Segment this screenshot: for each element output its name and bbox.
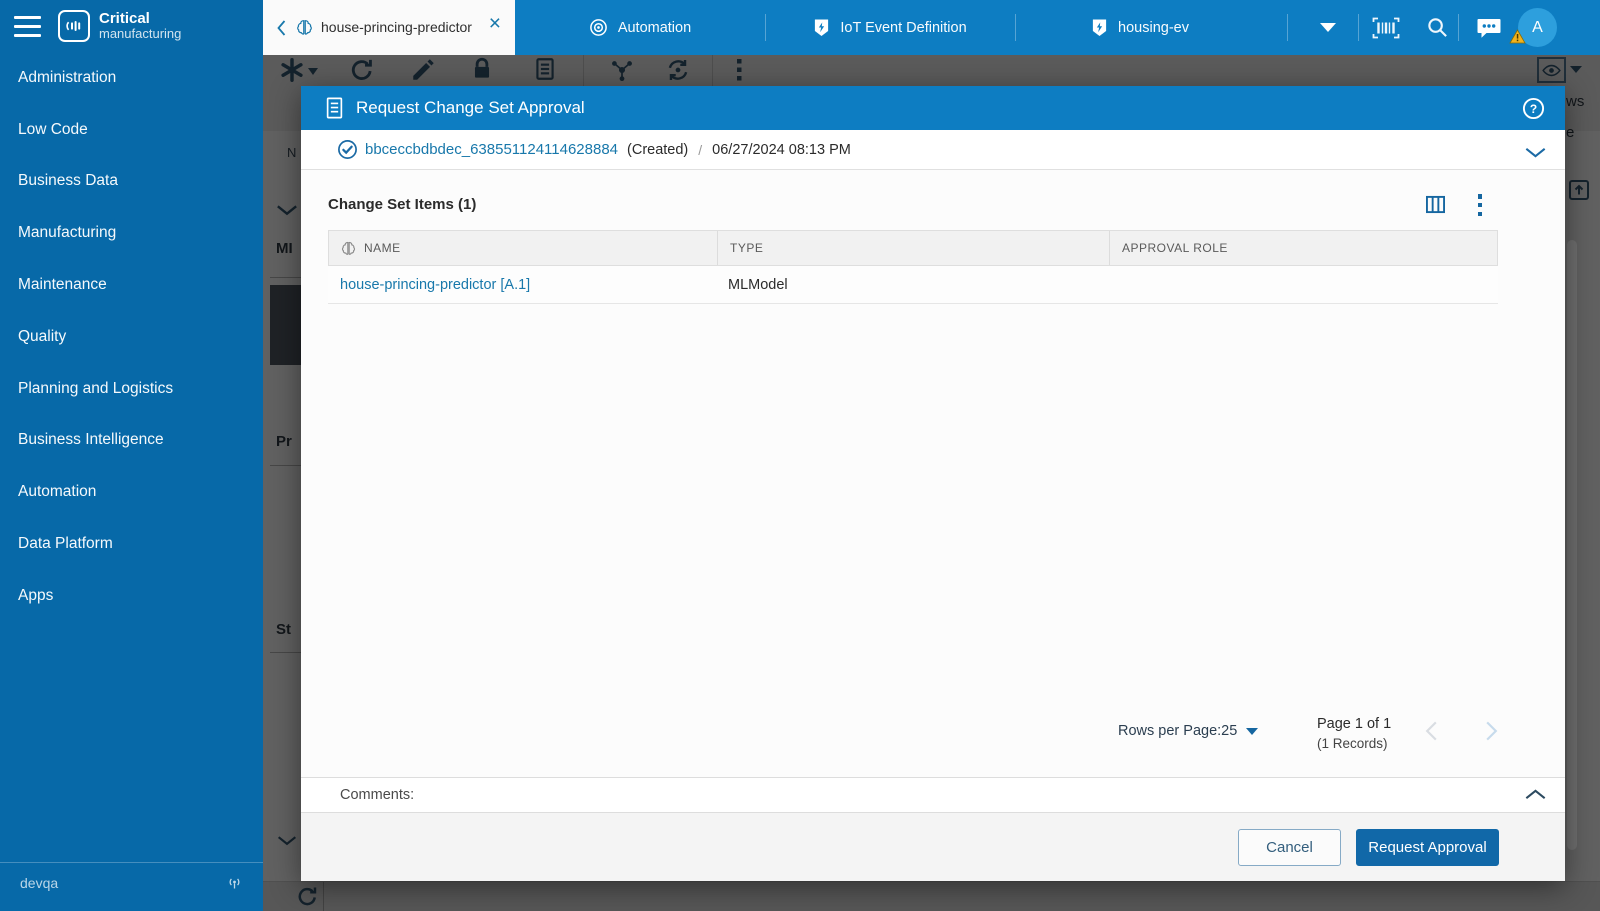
iot-bolt-pin-icon [1091, 18, 1108, 38]
change-set-timestamp: 06/27/2024 08:13 PM [712, 141, 851, 158]
sidebar-item-business-data[interactable]: Business Data [0, 156, 263, 208]
tab-back-chevron-icon[interactable] [277, 19, 286, 36]
dialog-header: Request Change Set Approval ? [301, 86, 1565, 130]
column-label: TYPE [730, 241, 764, 255]
ml-model-brain-icon [341, 241, 356, 256]
records-label: (1 Records) [1317, 735, 1388, 751]
tab-label: IoT Event Definition [840, 19, 967, 36]
tab-label: house-princing-predictor [321, 19, 472, 36]
sidebar-item-low-code[interactable]: Low Code [0, 104, 263, 156]
environment-row: devqa [0, 862, 263, 902]
comments-bar[interactable]: Comments: [301, 777, 1565, 813]
item-type: MLModel [728, 276, 788, 293]
change-set-items-table: NAME TYPE APPROVAL ROLE house-princing-p… [328, 230, 1498, 304]
brand-line1: Critical [99, 10, 150, 28]
sidebar-nav: Administration Low Code Business Data Ma… [0, 52, 263, 622]
separator: / [698, 141, 703, 158]
tab-separator [1287, 14, 1288, 41]
column-label: NAME [364, 241, 401, 255]
tab-label: Automation [617, 19, 692, 36]
request-change-set-approval-dialog: Request Change Set Approval ? bbceccbdbd… [301, 86, 1565, 881]
tab-iot-event-definition[interactable]: IoT Event Definition [765, 0, 1015, 55]
request-approval-button[interactable]: Request Approval [1356, 829, 1499, 866]
sidebar-item-business-intelligence[interactable]: Business Intelligence [0, 415, 263, 467]
sidebar-item-administration[interactable]: Administration [0, 52, 263, 104]
hamburger-menu-icon[interactable] [14, 16, 41, 37]
manage-columns-icon[interactable] [1425, 195, 1446, 219]
tab-housing-ev[interactable]: housing-ev [1015, 0, 1265, 55]
environment-name: devqa [20, 874, 59, 891]
app-screen: N MI Pr St ws e [0, 0, 1600, 911]
previous-page-chevron-icon[interactable] [1425, 720, 1438, 747]
column-header-type[interactable]: TYPE [717, 231, 1109, 265]
svg-text:?: ? [1530, 102, 1537, 116]
check-circle-icon [337, 139, 358, 160]
iot-bolt-pin-icon [813, 18, 830, 38]
table-row[interactable]: house-princing-predictor [A.1] MLModel [328, 266, 1498, 304]
rows-per-page-caret-icon [1246, 727, 1259, 735]
tab-house-princing-predictor[interactable]: house-princing-predictor × [263, 0, 515, 55]
critical-manufacturing-logo-icon [58, 10, 90, 42]
rows-per-page-select[interactable]: Rows per Page: 25 [1118, 723, 1259, 739]
topbar: house-princing-predictor × Automation Io… [263, 0, 1600, 55]
brand-line2: manufacturing [99, 26, 182, 42]
sidebar-item-quality[interactable]: Quality [0, 311, 263, 363]
table-header-row: NAME TYPE APPROVAL ROLE [328, 230, 1498, 266]
search-icon[interactable] [1426, 0, 1449, 55]
avatar-initial: A [1532, 18, 1543, 36]
sidebar: Critical manufacturing Administration Lo… [0, 0, 263, 911]
change-set-state: (Created) [627, 141, 689, 158]
automation-target-icon [589, 18, 608, 37]
page-label: Page 1 of 1 [1317, 716, 1392, 732]
comments-label: Comments: [340, 787, 415, 803]
sidebar-item-apps[interactable]: Apps [0, 570, 263, 622]
cancel-button[interactable]: Cancel [1238, 829, 1341, 866]
scrollbar-thumb[interactable] [1567, 240, 1577, 850]
brand-name: Critical manufacturing [99, 11, 181, 40]
tabs-overflow-caret-icon[interactable] [1320, 0, 1336, 55]
tab-automation[interactable]: Automation [515, 0, 765, 55]
barcode-scan-icon[interactable] [1372, 0, 1400, 55]
ml-model-brain-icon [296, 19, 313, 36]
rows-per-page-value: 25 [1221, 723, 1238, 739]
help-icon[interactable]: ? [1522, 97, 1545, 125]
dialog-body: Change Set Items (1) NAME TYPE APPROVAL … [301, 170, 1565, 777]
tab-label: housing-ev [1118, 19, 1189, 36]
column-header-approval-role[interactable]: APPROVAL ROLE [1109, 231, 1497, 265]
rows-per-page-label: Rows per Page: [1118, 723, 1222, 739]
sidebar-item-automation[interactable]: Automation [0, 466, 263, 518]
sidebar-item-manufacturing[interactable]: Manufacturing [0, 207, 263, 259]
chat-feedback-icon[interactable] [1476, 0, 1502, 55]
change-set-items-title: Change Set Items (1) [328, 196, 477, 213]
sidebar-item-data-platform[interactable]: Data Platform [0, 518, 263, 570]
sidebar-item-planning-and-logistics[interactable]: Planning and Logistics [0, 363, 263, 415]
page-info: Page 1 of 1 (1 Records) [1317, 715, 1391, 753]
change-set-name-link[interactable]: bbceccbdbdec_638551124114628884 [365, 141, 618, 158]
connection-antenna-icon [226, 875, 243, 890]
dialog-title: Request Change Set Approval [356, 98, 585, 117]
collapse-version-chevron-icon[interactable] [1524, 145, 1547, 163]
change-set-document-icon [325, 97, 344, 119]
expand-comments-chevron-icon[interactable] [1524, 788, 1547, 804]
warning-badge-icon [1509, 29, 1526, 49]
change-set-version-row: bbceccbdbdec_638551124114628884 (Created… [301, 130, 1565, 170]
item-name-link[interactable]: house-princing-predictor [A.1] [340, 277, 530, 293]
topbar-separator [1358, 14, 1359, 41]
table-menu-kebab-icon[interactable] [1472, 194, 1488, 216]
tab-close-icon[interactable]: × [489, 13, 501, 34]
topbar-separator [1458, 14, 1459, 41]
sidebar-item-maintenance[interactable]: Maintenance [0, 259, 263, 311]
dialog-footer: Cancel Request Approval [301, 813, 1565, 881]
column-header-name[interactable]: NAME [329, 231, 717, 265]
column-label: APPROVAL ROLE [1122, 241, 1228, 255]
brand-logo[interactable]: Critical manufacturing [58, 10, 181, 42]
next-page-chevron-icon[interactable] [1485, 720, 1498, 747]
